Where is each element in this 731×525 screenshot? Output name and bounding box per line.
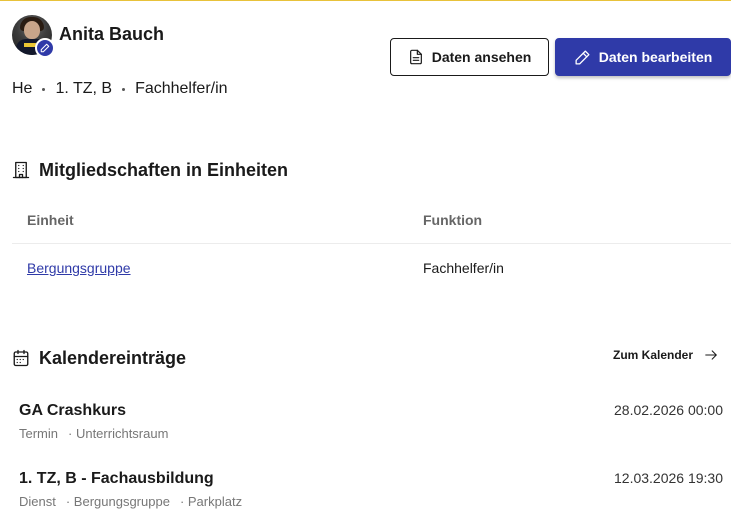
event-location: · Unterrichtsraum bbox=[68, 426, 169, 441]
to-calendar-link[interactable]: Zum Kalender bbox=[613, 348, 719, 362]
arrow-right-icon bbox=[705, 350, 717, 360]
meta-location: He bbox=[12, 80, 33, 97]
event-details: Termin · Unterrichtsraum bbox=[19, 426, 168, 441]
event-type: Dienst bbox=[19, 494, 56, 509]
avatar-face bbox=[24, 21, 40, 39]
meta-separator bbox=[42, 87, 46, 91]
edit-data-button[interactable]: Daten bearbeiten bbox=[555, 38, 731, 76]
calendar-title-text: Kalendereinträge bbox=[39, 348, 187, 368]
view-data-button[interactable]: Daten ansehen bbox=[390, 38, 549, 76]
column-header-unit: Einheit bbox=[27, 212, 74, 228]
calendar-event[interactable]: GA Crashkurs 28.02.2026 00:00 Termin · U… bbox=[19, 401, 723, 451]
event-title: GA Crashkurs bbox=[19, 402, 126, 419]
document-icon bbox=[409, 49, 422, 65]
avatar-edit-button[interactable] bbox=[35, 38, 55, 58]
pencil-icon bbox=[40, 43, 50, 53]
event-date: 12.03.2026 19:30 bbox=[614, 470, 723, 486]
meta-separator bbox=[122, 87, 126, 91]
event-type: Termin bbox=[19, 426, 59, 441]
unit-function: Fachhelfer/in bbox=[423, 260, 504, 276]
profile-name: Anita Bauch bbox=[59, 24, 165, 44]
unit-link[interactable]: Bergungsgruppe bbox=[27, 260, 131, 276]
memberships-table-header: Einheit Funktion bbox=[12, 197, 731, 244]
table-row: Bergungsgruppe Fachhelfer/in bbox=[12, 244, 731, 292]
memberships-title-text: Mitgliedschaften in Einheiten bbox=[39, 160, 289, 180]
calendar-title: Kalendereinträge bbox=[12, 347, 186, 369]
memberships-title: Mitgliedschaften in Einheiten bbox=[12, 159, 288, 181]
calendar-event[interactable]: 1. TZ, B - Fachausbildung 12.03.2026 19:… bbox=[19, 469, 723, 519]
event-location: · Parkplatz bbox=[179, 494, 243, 509]
meta-function: Fachhelfer/in bbox=[135, 80, 228, 97]
event-unit: · Bergungsgruppe bbox=[65, 494, 170, 509]
event-title: 1. TZ, B - Fachausbildung bbox=[19, 470, 214, 487]
profile-meta: He 1. TZ, B Fachhelfer/in bbox=[12, 79, 228, 99]
pencil-icon bbox=[575, 49, 590, 65]
calendar-icon bbox=[13, 349, 29, 367]
building-icon bbox=[12, 161, 30, 179]
edit-data-label: Daten bearbeiten bbox=[598, 49, 713, 65]
column-header-function: Funktion bbox=[423, 212, 483, 228]
event-details: Dienst · Bergungsgruppe · Parkplatz bbox=[19, 494, 242, 509]
meta-group: 1. TZ, B bbox=[55, 80, 113, 97]
view-data-label: Daten ansehen bbox=[431, 49, 532, 65]
to-calendar-label: Zum Kalender bbox=[612, 348, 693, 362]
event-date: 28.02.2026 00:00 bbox=[614, 402, 723, 418]
